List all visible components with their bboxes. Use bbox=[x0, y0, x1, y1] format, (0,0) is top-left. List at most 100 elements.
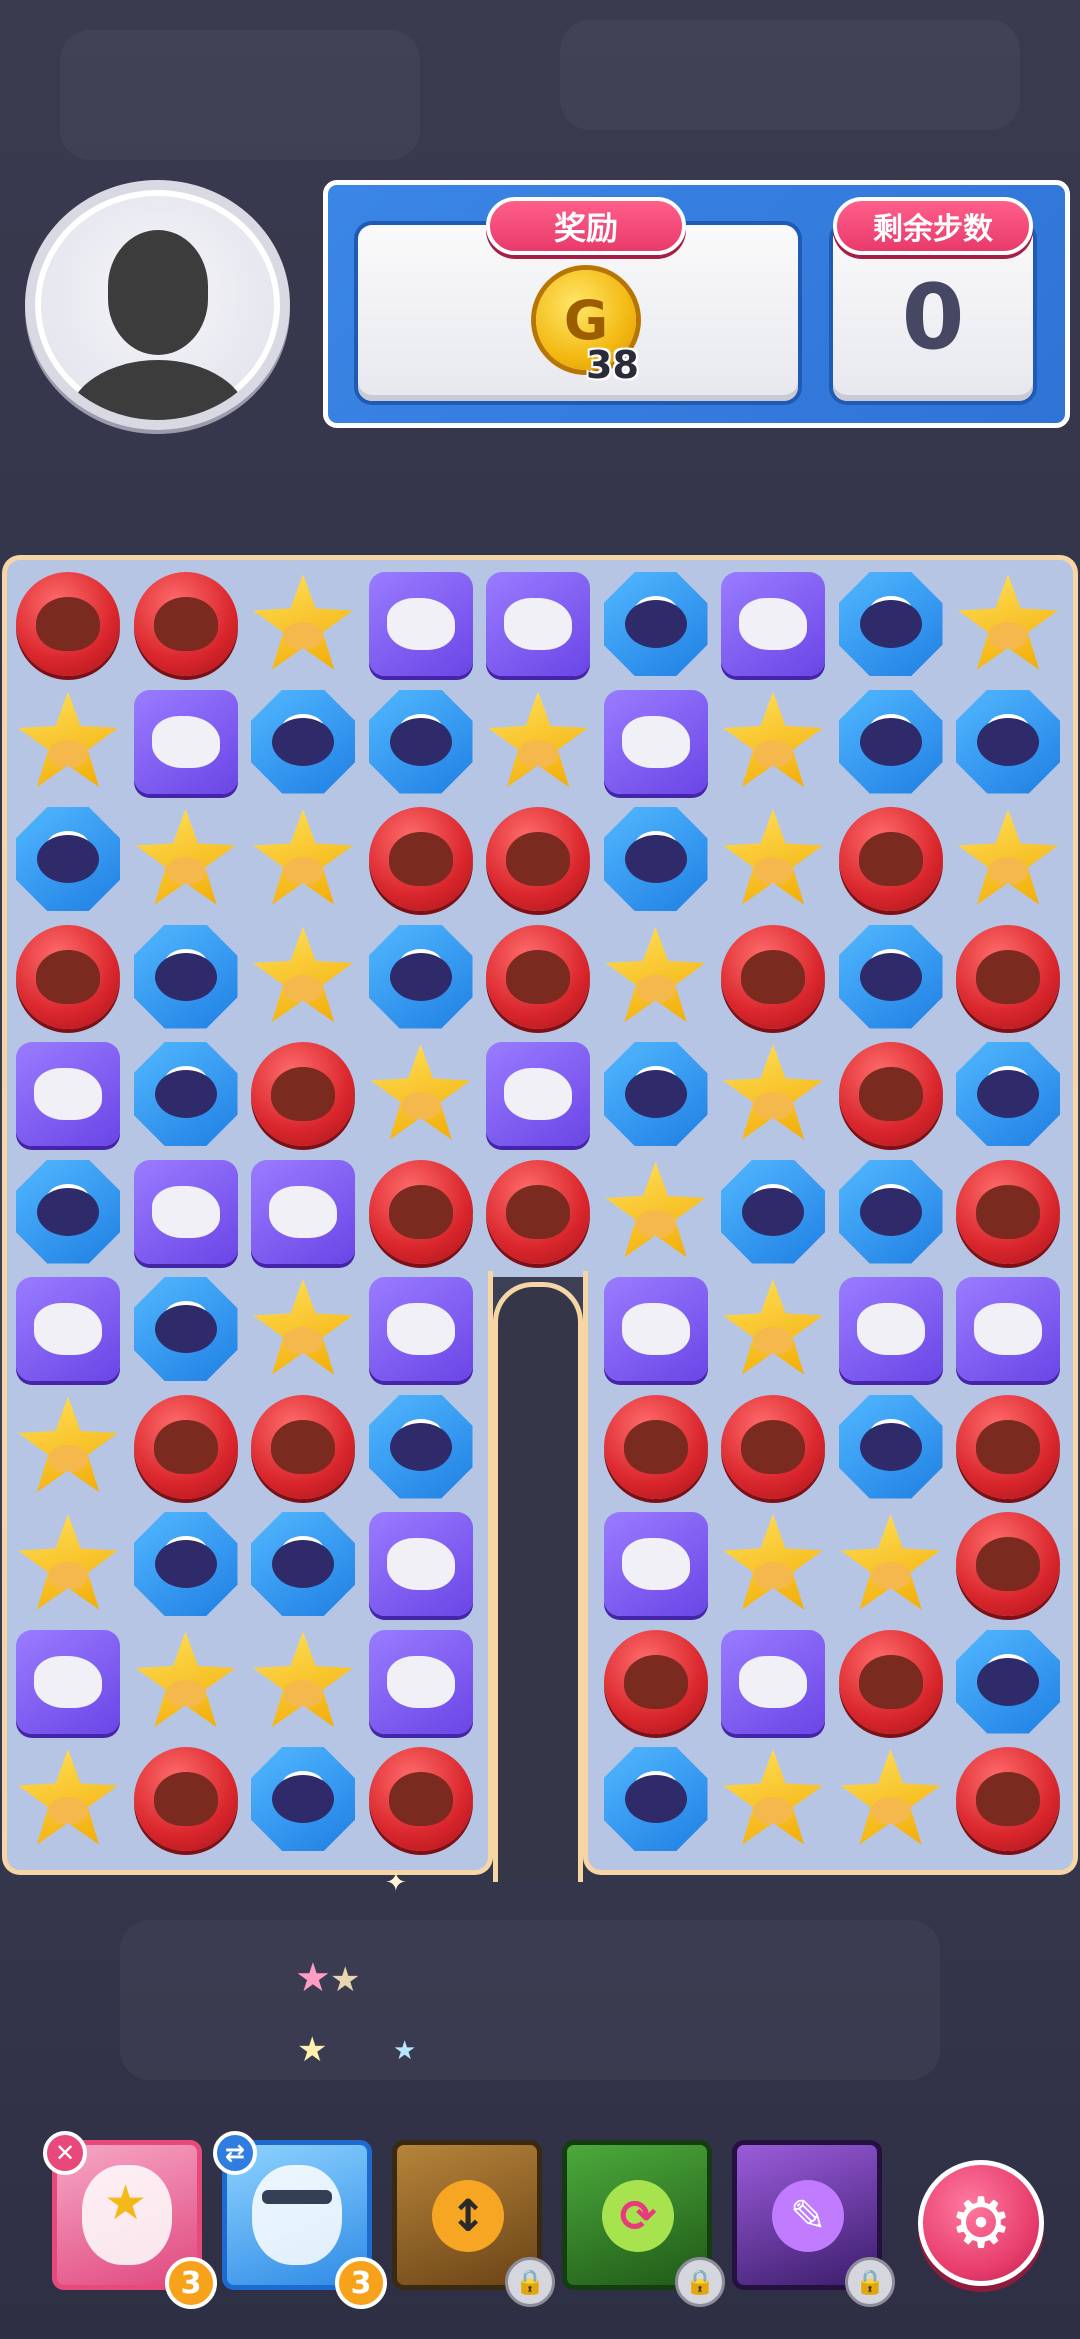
blue-tile[interactable] bbox=[251, 1747, 355, 1851]
board-cell[interactable] bbox=[247, 803, 359, 915]
board-cell[interactable] bbox=[717, 921, 829, 1033]
board-cell[interactable] bbox=[365, 1156, 477, 1268]
character-card-swap[interactable]: ⇄ 3 bbox=[213, 2131, 387, 2309]
blue-tile[interactable] bbox=[838, 689, 943, 794]
board-cell[interactable] bbox=[835, 1273, 947, 1385]
red-tile[interactable] bbox=[721, 1394, 825, 1499]
yellow-tile[interactable] bbox=[135, 1631, 236, 1728]
board-cell[interactable] bbox=[717, 1038, 829, 1150]
yellow-tile[interactable] bbox=[723, 691, 823, 788]
red-tile[interactable] bbox=[133, 1747, 238, 1851]
yellow-tile[interactable] bbox=[135, 809, 236, 905]
red-tile[interactable] bbox=[486, 807, 590, 911]
purple-tile[interactable] bbox=[486, 572, 590, 676]
board-cell[interactable] bbox=[717, 1391, 829, 1503]
board-cell[interactable] bbox=[952, 1156, 1064, 1268]
board-cell[interactable] bbox=[835, 1626, 947, 1738]
board-cell[interactable] bbox=[600, 1391, 712, 1503]
board-cell[interactable] bbox=[12, 1156, 124, 1268]
yellow-tile[interactable] bbox=[253, 574, 353, 670]
board-cell[interactable] bbox=[717, 1508, 829, 1620]
red-tile[interactable] bbox=[603, 1394, 708, 1499]
board-cell[interactable] bbox=[365, 1391, 477, 1503]
swap-icon[interactable]: ⇄ bbox=[213, 2131, 257, 2175]
board-cell[interactable] bbox=[482, 568, 594, 680]
board-cell[interactable] bbox=[482, 803, 594, 915]
yellow-tile[interactable] bbox=[958, 574, 1058, 670]
board-cell[interactable] bbox=[12, 1626, 124, 1738]
blue-tile[interactable] bbox=[133, 924, 238, 1029]
board-cell[interactable] bbox=[835, 1038, 947, 1150]
purple-tile[interactable] bbox=[486, 1042, 590, 1146]
red-tile[interactable] bbox=[251, 1042, 355, 1146]
purple-tile[interactable] bbox=[603, 689, 708, 794]
red-tile[interactable] bbox=[956, 1159, 1060, 1264]
yellow-tile[interactable] bbox=[605, 1161, 706, 1258]
board-cell[interactable] bbox=[12, 1743, 124, 1855]
board-cell[interactable] bbox=[717, 1273, 829, 1385]
board-cell[interactable] bbox=[12, 1508, 124, 1620]
board-cell[interactable] bbox=[600, 1626, 712, 1738]
purple-tile[interactable] bbox=[603, 1277, 708, 1381]
yellow-tile[interactable] bbox=[723, 1514, 823, 1610]
yellow-tile[interactable] bbox=[723, 809, 823, 905]
blue-tile[interactable] bbox=[603, 572, 708, 676]
board-cell[interactable] bbox=[600, 686, 712, 798]
board-cell[interactable] bbox=[12, 803, 124, 915]
purple-tile[interactable] bbox=[368, 1629, 473, 1734]
blue-tile[interactable] bbox=[956, 1629, 1060, 1734]
red-tile[interactable] bbox=[16, 924, 120, 1029]
board-cell[interactable] bbox=[600, 568, 712, 680]
player-avatar[interactable] bbox=[25, 180, 290, 430]
yellow-tile[interactable] bbox=[253, 1631, 353, 1728]
yellow-tile[interactable] bbox=[253, 809, 353, 905]
board-cell[interactable] bbox=[130, 1743, 242, 1855]
yellow-tile[interactable] bbox=[723, 1749, 823, 1845]
board-cell[interactable] bbox=[365, 1038, 477, 1150]
board-cell[interactable] bbox=[12, 921, 124, 1033]
board-cell[interactable] bbox=[247, 921, 359, 1033]
board-cell[interactable] bbox=[717, 1743, 829, 1855]
board-cell[interactable] bbox=[130, 1156, 242, 1268]
board-cell[interactable] bbox=[247, 686, 359, 798]
blue-tile[interactable] bbox=[603, 1042, 708, 1146]
board-cell[interactable] bbox=[130, 1273, 242, 1385]
board-cell[interactable] bbox=[600, 1273, 712, 1385]
board-cell[interactable] bbox=[952, 1391, 1064, 1503]
board-cell[interactable] bbox=[365, 686, 477, 798]
board-cell[interactable] bbox=[247, 1156, 359, 1268]
blue-tile[interactable] bbox=[838, 572, 943, 676]
red-tile[interactable] bbox=[956, 1512, 1060, 1616]
red-tile[interactable] bbox=[368, 807, 473, 911]
red-tile[interactable] bbox=[838, 1629, 943, 1734]
board-cell[interactable] bbox=[482, 1038, 594, 1150]
blue-tile[interactable] bbox=[603, 807, 708, 911]
board-cell[interactable] bbox=[130, 921, 242, 1033]
red-tile[interactable] bbox=[486, 924, 590, 1029]
red-tile[interactable] bbox=[368, 1747, 473, 1851]
booster-drop[interactable]: ✎ 🔒 bbox=[732, 2140, 895, 2307]
yellow-tile[interactable] bbox=[253, 1279, 353, 1375]
purple-tile[interactable] bbox=[133, 1159, 238, 1264]
board-cell[interactable] bbox=[952, 803, 1064, 915]
purple-tile[interactable] bbox=[16, 1277, 120, 1381]
board-cell[interactable] bbox=[365, 1273, 477, 1385]
blue-tile[interactable] bbox=[368, 1394, 473, 1499]
board-cell[interactable] bbox=[835, 1156, 947, 1268]
board-cell[interactable] bbox=[835, 803, 947, 915]
board-cell[interactable] bbox=[247, 1508, 359, 1620]
board-cell[interactable] bbox=[12, 1038, 124, 1150]
red-tile[interactable] bbox=[133, 1394, 238, 1499]
yellow-tile[interactable] bbox=[488, 691, 588, 788]
settings-button[interactable]: ⚙ bbox=[918, 2160, 1044, 2286]
board-cell[interactable] bbox=[952, 568, 1064, 680]
board-cell[interactable] bbox=[835, 686, 947, 798]
yellow-tile[interactable] bbox=[840, 1514, 941, 1610]
board-cell[interactable] bbox=[717, 1156, 829, 1268]
yellow-tile[interactable] bbox=[253, 926, 353, 1023]
blue-tile[interactable] bbox=[251, 689, 355, 794]
board-cell[interactable] bbox=[247, 568, 359, 680]
board-cell[interactable] bbox=[482, 921, 594, 1033]
board-cell[interactable] bbox=[365, 568, 477, 680]
board-cell[interactable] bbox=[247, 1743, 359, 1855]
